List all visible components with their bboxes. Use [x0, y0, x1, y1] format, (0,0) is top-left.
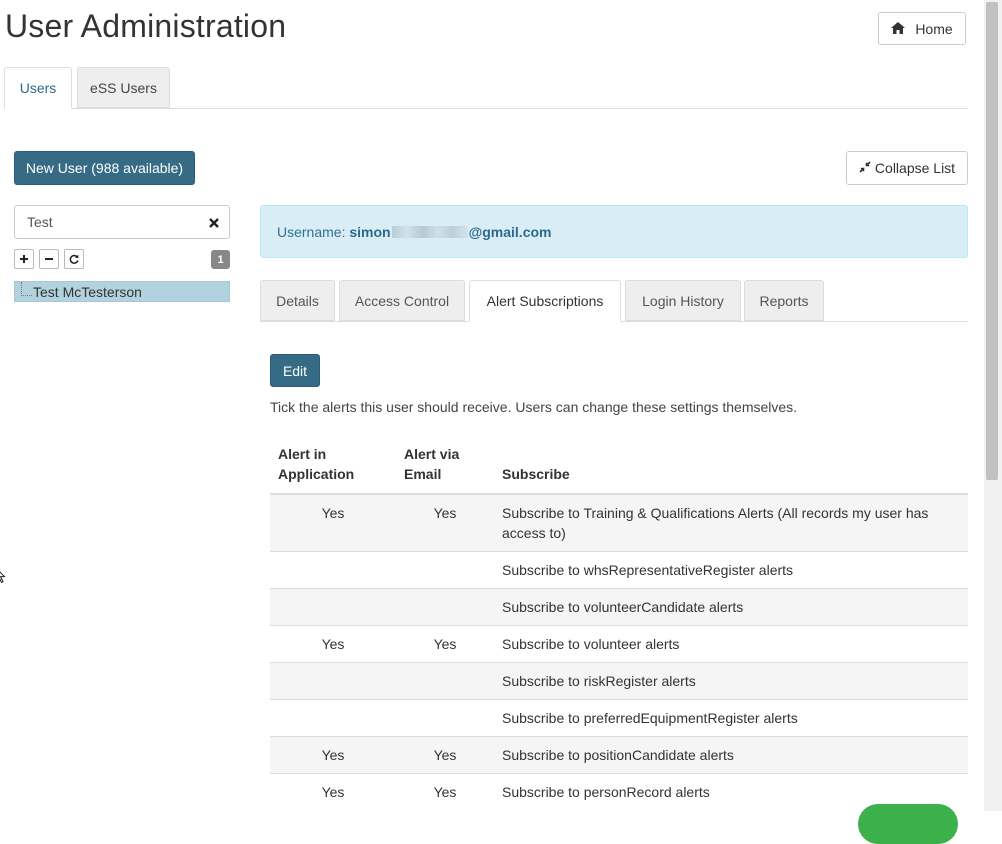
table-row: Subscribe to riskRegister alerts — [270, 662, 968, 700]
new-user-button[interactable]: New User (988 available) — [14, 151, 195, 185]
cell-subscribe: Subscribe to preferredEquipmentRegister … — [494, 699, 968, 737]
mouse-cursor-icon — [0, 571, 6, 584]
floating-action-button[interactable] — [858, 804, 958, 844]
table-row: Subscribe to volunteerCandidate alerts — [270, 588, 968, 626]
collapse-list-label: Collapse List — [874, 160, 956, 176]
result-count-badge: 1 — [211, 250, 230, 269]
cell-email — [396, 699, 494, 737]
username-panel: Username: simon @gmail.com — [260, 205, 968, 258]
alert-subscriptions-table: Alert in Application Alert via Email Subsc… — [270, 437, 968, 810]
plus-icon — [19, 251, 29, 267]
expand-all-button[interactable] — [14, 249, 34, 269]
cell-email — [396, 588, 494, 626]
cell-in-app — [270, 699, 396, 737]
cell-email: Yes — [396, 625, 494, 663]
cell-subscribe: Subscribe to volunteer alerts — [494, 625, 968, 663]
tab-alert-subscriptions[interactable]: Alert Subscriptions — [469, 280, 621, 322]
cell-subscribe: Subscribe to Training & Qualifications A… — [494, 493, 968, 552]
home-button[interactable]: Home — [878, 12, 966, 45]
cell-email — [396, 551, 494, 589]
page-scrollbar-thumb[interactable] — [986, 2, 998, 480]
cell-in-app — [270, 662, 396, 700]
user-detail-tabs: Details Access Control Alert Subscriptio… — [260, 280, 968, 322]
tab-reports[interactable]: Reports — [744, 280, 824, 321]
table-row: Subscribe to preferredEquipmentRegister … — [270, 699, 968, 737]
home-icon — [891, 21, 906, 37]
refresh-icon — [69, 251, 79, 267]
cell-subscribe: Subscribe to whsRepresentativeRegister a… — [494, 551, 968, 589]
cell-email: Yes — [396, 773, 494, 810]
cell-in-app — [270, 588, 396, 626]
cell-email — [396, 662, 494, 700]
tab-details[interactable]: Details — [260, 280, 335, 321]
tree-item-user[interactable]: Test McTesterson — [14, 281, 230, 302]
close-icon[interactable] — [208, 216, 220, 228]
cell-email: Yes — [396, 736, 494, 774]
header-alert-in-application: Alert in Application — [270, 437, 396, 495]
tab-users[interactable]: Users — [4, 67, 72, 109]
collapse-list-button[interactable]: Collapse List — [846, 151, 968, 185]
edit-button[interactable]: Edit — [270, 354, 320, 387]
username-start: simon — [349, 223, 391, 240]
redacted-mask — [391, 225, 468, 238]
table-row: Yes Yes Subscribe to Training & Qualific… — [270, 493, 968, 552]
cell-subscribe: Subscribe to volunteerCandidate alerts — [494, 588, 968, 626]
table-header-row: Alert in Application Alert via Email Subsc… — [270, 437, 968, 495]
cell-email: Yes — [396, 493, 494, 552]
cell-in-app — [270, 551, 396, 589]
user-search-box — [14, 205, 230, 239]
tree-item-label: Test McTesterson — [33, 283, 142, 300]
username-label: Username: — [277, 223, 346, 240]
help-text: Tick the alerts this user should receive… — [270, 399, 798, 415]
username-end: @gmail.com — [468, 223, 552, 240]
tree-connector — [21, 282, 32, 296]
cell-in-app: Yes — [270, 493, 396, 552]
cell-subscribe: Subscribe to riskRegister alerts — [494, 662, 968, 700]
home-button-label: Home — [915, 20, 953, 37]
header-alert-via-email: Alert via Email — [396, 437, 494, 495]
page-title: User Administration — [5, 8, 287, 44]
table-row: Yes Yes Subscribe to volunteer alerts — [270, 625, 968, 663]
tab-ess-users[interactable]: eSS Users — [77, 67, 170, 108]
compress-icon — [859, 160, 871, 176]
cell-in-app: Yes — [270, 625, 396, 663]
tab-access-control[interactable]: Access Control — [339, 280, 465, 321]
collapse-all-button[interactable] — [39, 249, 59, 269]
user-search-input[interactable] — [16, 207, 207, 237]
table-row: Yes Yes Subscribe to personRecord alerts — [270, 773, 968, 810]
table-row: Subscribe to whsRepresentativeRegister a… — [270, 551, 968, 589]
cell-in-app: Yes — [270, 773, 396, 810]
refresh-button[interactable] — [64, 249, 84, 269]
top-tabs: Users eSS Users — [4, 67, 968, 109]
cell-in-app: Yes — [270, 736, 396, 774]
cell-subscribe: Subscribe to positionCandidate alerts — [494, 736, 968, 774]
tab-login-history[interactable]: Login History — [625, 280, 741, 321]
minus-icon — [44, 251, 54, 267]
table-row: Yes Yes Subscribe to positionCandidate a… — [270, 736, 968, 774]
header-subscribe: Subscribe — [494, 437, 968, 495]
